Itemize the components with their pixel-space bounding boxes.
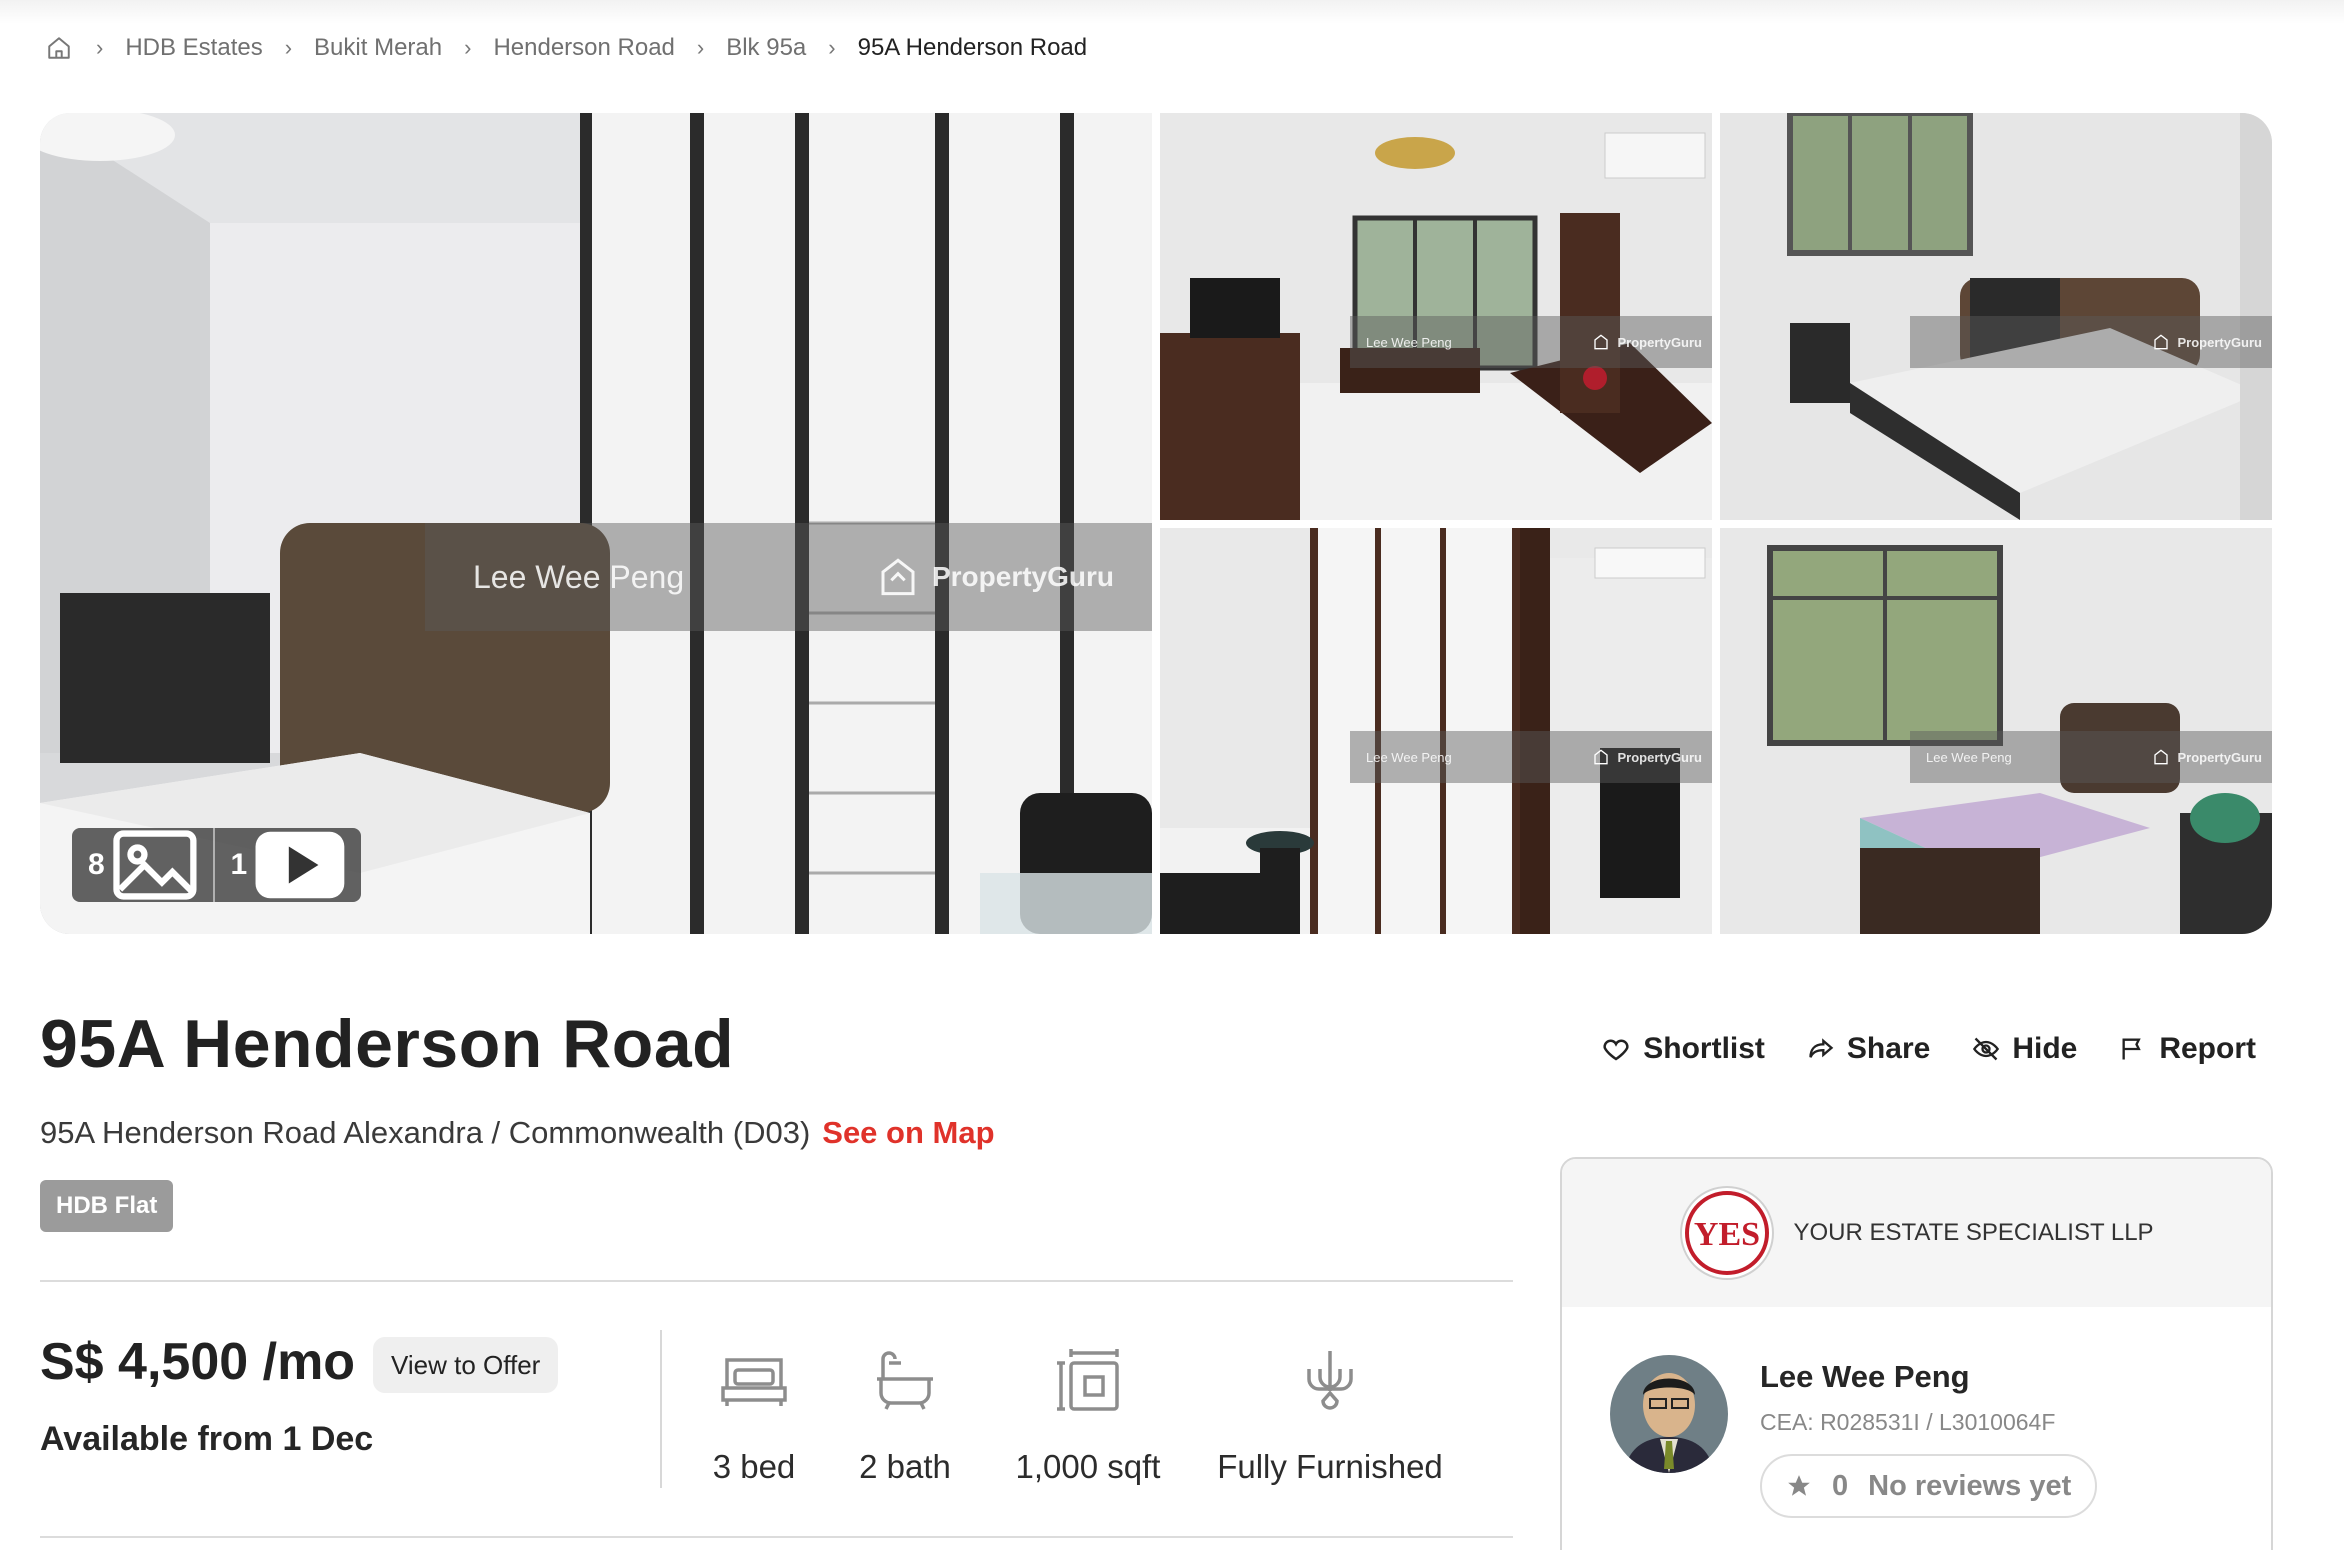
watermark-agent: Lee Wee Peng bbox=[473, 558, 685, 595]
photo-count: 8 bbox=[88, 848, 105, 881]
agent-details: Lee Wee Peng CEA: R028531I / L3010064F 0… bbox=[1760, 1355, 2098, 1518]
breadcrumb-current: 95A Henderson Road bbox=[857, 34, 1088, 61]
chevron-right-icon: › bbox=[96, 35, 104, 60]
top-fade bbox=[0, 0, 2344, 24]
watermark: Lee Wee Peng PropertyGuru bbox=[1350, 316, 1712, 368]
media-count: 8 1 bbox=[72, 828, 362, 902]
share-icon bbox=[1809, 1038, 1834, 1058]
listing-actions: Shortlist Share Hide Report bbox=[1601, 1032, 2256, 1066]
watermark: Lee Wee Peng PropertyGuru bbox=[425, 523, 1152, 631]
address-row: 95A Henderson Road Alexandra / Commonwea… bbox=[40, 1115, 995, 1151]
feature-bed-label: 3 bed bbox=[712, 1448, 796, 1485]
review-count: 0 bbox=[1832, 1469, 1849, 1502]
hide-button[interactable]: Hide bbox=[1972, 1032, 2077, 1066]
photo-gallery: Lee Wee Peng PropertyGuru 8 1 Lee Wee Pe… bbox=[40, 113, 2272, 934]
watermark: Lee Wee Peng PropertyGuru bbox=[1910, 731, 2272, 783]
property-type-badge: HDB Flat bbox=[40, 1180, 174, 1232]
agent-info: Lee Wee Peng CEA: R028531I / L3010064F 0… bbox=[1610, 1355, 2098, 1518]
listing-title: 95A Henderson Road bbox=[40, 1006, 735, 1082]
agent-name[interactable]: Lee Wee Peng bbox=[1760, 1359, 2097, 1395]
chevron-right-icon: › bbox=[696, 35, 705, 60]
feature-bed: 3 bed bbox=[712, 1340, 796, 1486]
feature-furnishing: Fully Furnished bbox=[1217, 1340, 1443, 1486]
listing-address: 95A Henderson Road Alexandra / Commonwea… bbox=[40, 1115, 811, 1150]
divider bbox=[40, 1536, 1513, 1538]
vertical-divider bbox=[660, 1330, 662, 1488]
star-icon bbox=[1788, 1475, 1810, 1496]
agency-name: YOUR ESTATE SPECIALIST LLP bbox=[1793, 1219, 2154, 1246]
feature-bath: 2 bath bbox=[859, 1340, 951, 1486]
feature-area-label: 1,000 sqft bbox=[1015, 1448, 1161, 1485]
eye-off-icon bbox=[1973, 1037, 2000, 1061]
listing-price: S$ 4,500 /mo bbox=[40, 1333, 356, 1391]
availability: Available from 1 Dec bbox=[40, 1420, 374, 1458]
watermark-brand: PropertyGuru bbox=[878, 557, 1114, 597]
agency-header[interactable]: YES YOUR ESTATE SPECIALIST LLP bbox=[1562, 1159, 2271, 1307]
chevron-right-icon: › bbox=[284, 35, 293, 60]
photo-count-button[interactable]: 8 bbox=[72, 828, 213, 902]
breadcrumb: › HDB Estates › Bukit Merah › Henderson … bbox=[44, 30, 1087, 66]
agent-cea: CEA: R028531I / L3010064F bbox=[1760, 1409, 2056, 1435]
share-button[interactable]: Share bbox=[1807, 1032, 1930, 1066]
gallery-photo-bedroom-3[interactable]: Lee Wee Peng PropertyGuru bbox=[1720, 528, 2272, 934]
bathtub-icon bbox=[875, 1340, 935, 1420]
agent-reviews-button[interactable]: 0 No reviews yet bbox=[1760, 1454, 2098, 1518]
watermark: PropertyGuru bbox=[1910, 316, 2272, 368]
gallery-main-photo[interactable]: Lee Wee Peng PropertyGuru 8 1 bbox=[40, 113, 1152, 934]
feature-area: 1,000 sqft bbox=[1016, 1340, 1160, 1486]
bed-icon bbox=[721, 1340, 787, 1420]
feature-bath-label: 2 bath bbox=[859, 1448, 951, 1485]
svg-text:YES: YES bbox=[1694, 1216, 1760, 1253]
floor-area-icon bbox=[1055, 1340, 1121, 1420]
chevron-right-icon: › bbox=[464, 35, 472, 60]
video-count-button[interactable]: 1 bbox=[212, 828, 362, 902]
chevron-right-icon: › bbox=[828, 35, 836, 60]
divider bbox=[40, 1280, 1513, 1282]
image-icon bbox=[113, 830, 197, 900]
agency-logo: YES bbox=[1680, 1186, 1775, 1280]
play-icon bbox=[255, 831, 345, 899]
review-text: No reviews yet bbox=[1868, 1469, 2072, 1502]
agent-card: YES YOUR ESTATE SPECIALIST LLP Lee Wee P… bbox=[1560, 1157, 2273, 1550]
gallery-photo-bedroom-2[interactable]: PropertyGuru bbox=[1720, 113, 2272, 520]
shortlist-button[interactable]: Shortlist bbox=[1601, 1032, 1765, 1066]
agent-avatar[interactable] bbox=[1610, 1355, 1728, 1473]
heart-icon bbox=[1603, 1039, 1629, 1061]
see-on-map-link[interactable]: See on Map bbox=[822, 1115, 994, 1151]
feature-furnishing-label: Fully Furnished bbox=[1217, 1448, 1443, 1485]
breadcrumb-blk-95a[interactable]: Blk 95a bbox=[726, 34, 806, 62]
breadcrumb-bukit-merah[interactable]: Bukit Merah bbox=[314, 34, 442, 62]
chandelier-icon bbox=[1301, 1340, 1359, 1420]
gallery-photo-living-room[interactable]: Lee Wee Peng PropertyGuru bbox=[1160, 113, 1712, 520]
home-icon[interactable] bbox=[44, 33, 74, 63]
flag-icon bbox=[2122, 1038, 2142, 1060]
report-button[interactable]: Report bbox=[2119, 1032, 2256, 1066]
view-to-offer-button[interactable]: View to Offer bbox=[373, 1337, 559, 1393]
video-count: 1 bbox=[230, 848, 248, 881]
gallery-photo-wardrobe[interactable]: Lee Wee Peng PropertyGuru bbox=[1160, 528, 1712, 934]
breadcrumb-hdb-estates[interactable]: HDB Estates bbox=[125, 34, 262, 62]
breadcrumb-henderson-road[interactable]: Henderson Road bbox=[493, 34, 674, 62]
watermark: Lee Wee Peng PropertyGuru bbox=[1350, 731, 1712, 783]
